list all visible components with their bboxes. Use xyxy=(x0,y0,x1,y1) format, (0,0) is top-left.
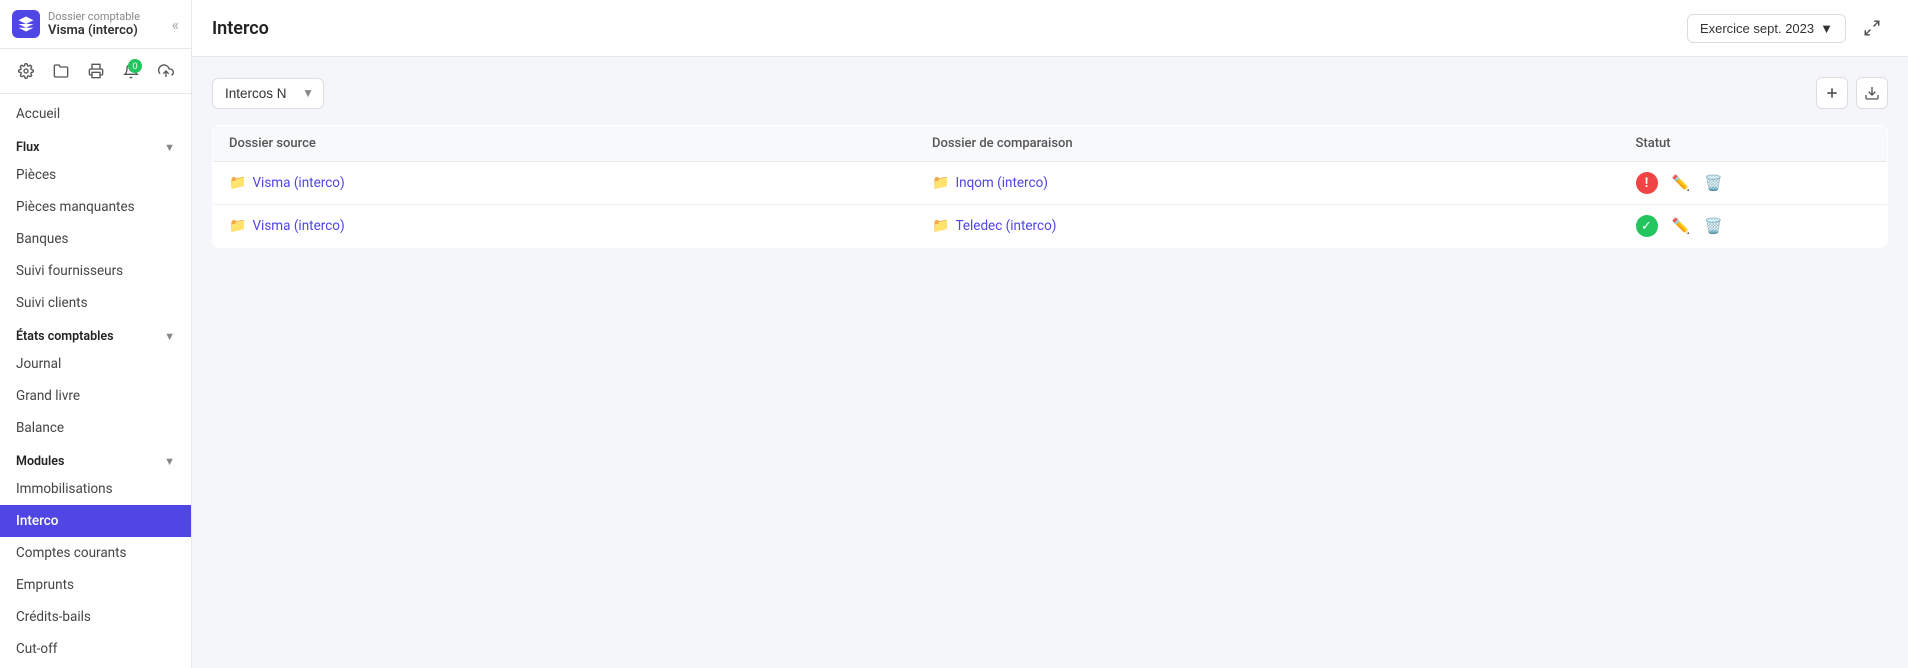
source-cell-2: 📁 Visma (interco) xyxy=(213,205,917,248)
main-header: Interco Exercice sept. 2023 ▼ xyxy=(192,0,1908,57)
folder-icon-2: 📁 xyxy=(229,218,246,234)
sidebar-collapse-btn[interactable]: « xyxy=(171,15,179,34)
folder-btn[interactable] xyxy=(47,57,74,85)
sidebar-item-balance[interactable]: Balance xyxy=(0,412,191,444)
sidebar-toolbar: 0 xyxy=(0,49,191,94)
intercos-select[interactable]: Intercos N xyxy=(212,78,324,109)
flux-arrow-icon: ▼ xyxy=(164,141,175,154)
print-btn[interactable] xyxy=(82,57,109,85)
sidebar-item-emprunts[interactable]: Emprunts xyxy=(0,569,191,601)
sidebar-section-etats-comptables[interactable]: États comptables ▼ xyxy=(0,319,191,348)
sidebar-item-pieces[interactable]: Pièces xyxy=(0,159,191,191)
notifications-btn[interactable]: 0 xyxy=(117,57,144,85)
comparison-tag-2: 📁 Teledec (interco) xyxy=(932,218,1056,234)
sidebar-item-suivi-clients[interactable]: Suivi clients xyxy=(0,287,191,319)
statut-cell-1: ! ✏️ 🗑️ xyxy=(1620,162,1888,205)
sidebar-item-immobilisations[interactable]: Immobilisations xyxy=(0,473,191,505)
sidebar-item-cut-off[interactable]: Cut-off xyxy=(0,633,191,665)
table-row: 📁 Visma (interco) 📁 Inqom (interco) ! xyxy=(213,162,1888,205)
interco-content: Intercos N ▼ Dossier source D xyxy=(192,57,1908,668)
table-row: 📁 Visma (interco) 📁 Teledec (interco) ✓ xyxy=(213,205,1888,248)
comparison-cell-1: 📁 Inqom (interco) xyxy=(916,162,1620,205)
sidebar-section-modules[interactable]: Modules ▼ xyxy=(0,444,191,473)
sidebar-header: Dossier comptable Visma (interco) « xyxy=(0,0,191,49)
edit-btn-1[interactable]: ✏️ xyxy=(1668,172,1695,194)
comparison-cell-2: 📁 Teledec (interco) xyxy=(916,205,1620,248)
sidebar-section-flux[interactable]: Flux ▼ xyxy=(0,130,191,159)
row-actions-1: ✏️ 🗑️ xyxy=(1668,172,1727,194)
modules-arrow-icon: ▼ xyxy=(164,455,175,468)
company-label: Dossier comptable xyxy=(48,10,171,23)
sidebar-item-grand-livre[interactable]: Grand livre xyxy=(0,380,191,412)
exercise-selector[interactable]: Exercice sept. 2023 ▼ xyxy=(1687,14,1846,43)
etats-arrow-icon: ▼ xyxy=(164,330,175,343)
app-logo xyxy=(12,10,40,38)
action-buttons xyxy=(1816,77,1888,109)
source-tag-2: 📁 Visma (interco) xyxy=(229,218,345,234)
folder-icon-comp-1: 📁 xyxy=(932,175,949,191)
page-title: Interco xyxy=(212,18,269,39)
sidebar-item-credits-bails[interactable]: Crédits-bails xyxy=(0,601,191,633)
col-statut: Statut xyxy=(1620,126,1888,162)
notification-badge: 0 xyxy=(128,59,142,73)
row-actions-2: ✏️ 🗑️ xyxy=(1668,215,1727,237)
main-content-area: Interco Exercice sept. 2023 ▼ Intercos N… xyxy=(192,0,1908,668)
sidebar-item-comptes-courants[interactable]: Comptes courants xyxy=(0,537,191,569)
intercos-select-wrapper: Intercos N ▼ xyxy=(212,78,324,109)
delete-btn-1[interactable]: 🗑️ xyxy=(1700,172,1727,194)
sidebar-item-banques[interactable]: Banques xyxy=(0,223,191,255)
exercise-chevron-icon: ▼ xyxy=(1820,21,1833,36)
sidebar-item-suivi-fournisseurs[interactable]: Suivi fournisseurs xyxy=(0,255,191,287)
source-tag-1: 📁 Visma (interco) xyxy=(229,175,345,191)
status-ok-icon-2: ✓ xyxy=(1636,215,1658,237)
sidebar-item-pieces-manquantes[interactable]: Pièces manquantes xyxy=(0,191,191,223)
sidebar-item-accueil[interactable]: Accueil xyxy=(0,98,191,130)
sidebar-item-journal[interactable]: Journal xyxy=(0,348,191,380)
upload-btn[interactable] xyxy=(152,57,179,85)
folder-icon-comp-2: 📁 xyxy=(932,218,949,234)
settings-btn[interactable] xyxy=(12,57,39,85)
comparison-tag-1: 📁 Inqom (interco) xyxy=(932,175,1048,191)
company-info: Dossier comptable Visma (interco) xyxy=(48,10,171,38)
col-dossier-comparaison: Dossier de comparaison xyxy=(916,126,1620,162)
status-error-icon-1: ! xyxy=(1636,172,1658,194)
interco-table: Dossier source Dossier de comparaison St… xyxy=(212,125,1888,248)
col-dossier-source: Dossier source xyxy=(213,126,917,162)
edit-btn-2[interactable]: ✏️ xyxy=(1668,215,1695,237)
header-actions: Exercice sept. 2023 ▼ xyxy=(1687,12,1888,44)
source-cell-1: 📁 Visma (interco) xyxy=(213,162,917,205)
company-name: Visma (interco) xyxy=(48,23,171,38)
exercise-label: Exercice sept. 2023 xyxy=(1700,21,1814,36)
folder-icon-1: 📁 xyxy=(229,175,246,191)
sidebar: Dossier comptable Visma (interco) « 0 Ac… xyxy=(0,0,192,668)
add-interco-btn[interactable] xyxy=(1816,77,1848,109)
delete-btn-2[interactable]: 🗑️ xyxy=(1700,215,1727,237)
expand-btn[interactable] xyxy=(1856,12,1888,44)
sidebar-item-interco[interactable]: Interco xyxy=(0,505,191,537)
intercos-toolbar: Intercos N ▼ xyxy=(212,77,1888,109)
download-btn[interactable] xyxy=(1856,77,1888,109)
statut-cell-2: ✓ ✏️ 🗑️ xyxy=(1620,205,1888,248)
